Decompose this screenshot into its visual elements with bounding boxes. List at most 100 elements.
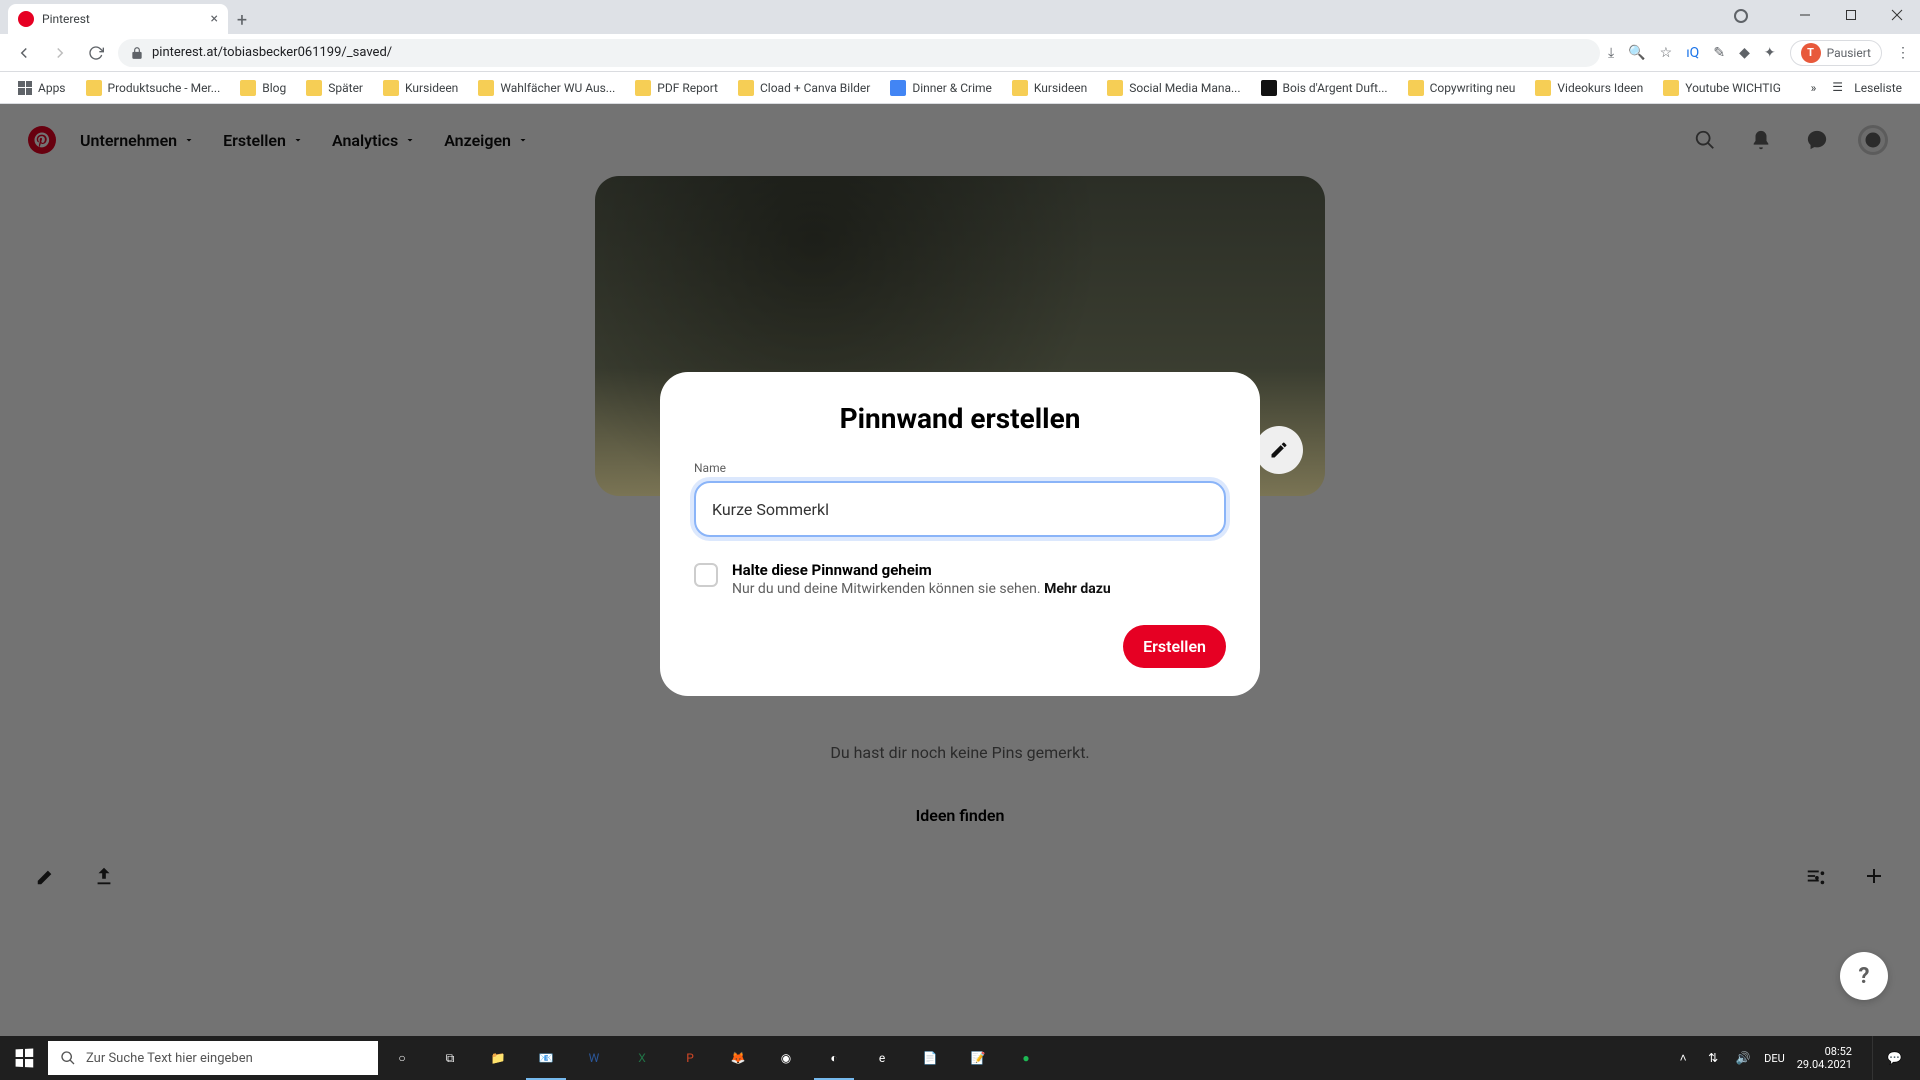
bookmark-label: Wahlfächer WU Aus...: [500, 81, 615, 95]
url-text: pinterest.at/tobiasbecker061199/_saved/: [152, 45, 392, 60]
close-window-button[interactable]: [1874, 0, 1920, 30]
page-icon: [890, 80, 906, 96]
tray-chevron-icon[interactable]: ˄: [1674, 1051, 1692, 1065]
extensions-menu-icon[interactable]: ✦: [1764, 45, 1776, 61]
bookmark-item[interactable]: Später: [298, 76, 371, 100]
star-icon[interactable]: ☆: [1660, 45, 1673, 61]
date-text: 29.04.2021: [1797, 1058, 1852, 1071]
bookmark-label: Social Media Mana...: [1129, 81, 1240, 95]
cortana-icon[interactable]: ○: [378, 1036, 426, 1080]
folder-icon: [306, 80, 322, 96]
help-button[interactable]: ?: [1840, 952, 1888, 1000]
word-icon[interactable]: W: [570, 1036, 618, 1080]
tab-close-icon[interactable]: ×: [211, 11, 218, 27]
bookmark-item[interactable]: Kursideen: [1004, 76, 1095, 100]
bookmark-label: Cload + Canva Bilder: [760, 81, 870, 95]
secret-checkbox[interactable]: [694, 563, 718, 587]
zoom-icon[interactable]: 🔍: [1628, 45, 1645, 61]
bookmark-item[interactable]: Youtube WICHTIG: [1655, 76, 1789, 100]
learn-more-link[interactable]: Mehr dazu: [1044, 581, 1111, 597]
modal-title: Pinnwand erstellen: [694, 402, 1226, 435]
edit-cover-button[interactable]: [1255, 426, 1303, 474]
action-center-icon[interactable]: 💬: [1872, 1036, 1916, 1080]
time-text: 08:52: [1797, 1045, 1852, 1058]
bookmark-item[interactable]: Bois d'Argent Duft...: [1253, 76, 1396, 100]
profile-left-actions: [28, 858, 122, 894]
start-button[interactable]: [0, 1036, 48, 1080]
search-placeholder: Zur Suche Text hier eingeben: [86, 1051, 253, 1066]
bookmark-label: Kursideen: [405, 81, 458, 95]
folder-icon: [1012, 80, 1028, 96]
reload-button[interactable]: [82, 39, 110, 67]
notepad-icon[interactable]: 📄: [906, 1036, 954, 1080]
bookmark-item[interactable]: Cload + Canva Bilder: [730, 76, 878, 100]
bookmark-item[interactable]: Social Media Mana...: [1099, 76, 1248, 100]
bookmark-item[interactable]: Produktsuche - Mer...: [78, 76, 229, 100]
language-indicator[interactable]: DEU: [1764, 1052, 1785, 1065]
bookmark-item[interactable]: Wahlfächer WU Aus...: [470, 76, 623, 100]
kebab-menu-icon[interactable]: ⋮: [1896, 45, 1910, 61]
windows-taskbar: Zur Suche Text hier eingeben ○ ⧉ 📁 📧 W X…: [0, 1036, 1920, 1080]
bookmark-item[interactable]: Blog: [232, 76, 294, 100]
clock[interactable]: 08:52 29.04.2021: [1797, 1045, 1860, 1071]
profile-right-actions: [1798, 858, 1892, 894]
obs-icon[interactable]: ◉: [762, 1036, 810, 1080]
spotify-icon[interactable]: ●: [1002, 1036, 1050, 1080]
list-icon: ☰: [1832, 80, 1848, 96]
bookmark-item[interactable]: Kursideen: [375, 76, 466, 100]
pause-label: Pausiert: [1827, 46, 1871, 60]
bookmark-item[interactable]: Dinner & Crime: [882, 76, 1000, 100]
excel-icon[interactable]: X: [618, 1036, 666, 1080]
mail-icon[interactable]: 📧: [522, 1036, 570, 1080]
volume-icon[interactable]: 🔊: [1734, 1051, 1752, 1065]
back-button[interactable]: [10, 39, 38, 67]
bookmark-item[interactable]: Apps: [10, 77, 74, 99]
share-icon[interactable]: [86, 858, 122, 894]
filter-icon[interactable]: [1798, 858, 1834, 894]
pinterest-favicon: [18, 11, 34, 27]
profile-chip[interactable]: T Pausiert: [1790, 40, 1882, 66]
bookmark-label: Kursideen: [1034, 81, 1087, 95]
bookmark-item[interactable]: PDF Report: [627, 76, 726, 100]
bookmark-label: Dinner & Crime: [912, 81, 992, 95]
taskbar-apps: ○ ⧉ 📁 📧 W X P 🦊 ◉ ◐ e 📄 📝 ●: [378, 1036, 1050, 1080]
install-icon[interactable]: ⤓: [1608, 45, 1614, 61]
bookmark-label: Apps: [38, 81, 66, 95]
account-switcher-icon[interactable]: [1734, 9, 1748, 23]
powerpoint-icon[interactable]: P: [666, 1036, 714, 1080]
notepad2-icon[interactable]: 📝: [954, 1036, 1002, 1080]
bookmarks-overflow-icon[interactable]: »: [1811, 81, 1817, 95]
forward-button[interactable]: [46, 39, 74, 67]
create-button[interactable]: Erstellen: [1123, 625, 1226, 668]
reading-list[interactable]: ☰ Leseliste: [1824, 76, 1910, 100]
new-tab-button[interactable]: +: [228, 6, 256, 34]
task-view-icon[interactable]: ⧉: [426, 1036, 474, 1080]
bookmark-item[interactable]: Copywriting neu: [1400, 76, 1524, 100]
file-explorer-icon[interactable]: 📁: [474, 1036, 522, 1080]
grid-icon: [18, 81, 32, 95]
browser-titlebar: Pinterest × +: [0, 0, 1920, 34]
reading-list-label: Leseliste: [1854, 81, 1902, 95]
window-controls: [1782, 0, 1920, 30]
name-label: Name: [694, 461, 1226, 475]
browser-tab[interactable]: Pinterest ×: [8, 4, 228, 34]
extension-icon-2[interactable]: ◆: [1739, 45, 1750, 61]
bookmark-label: Videokurs Ideen: [1557, 81, 1643, 95]
board-name-input[interactable]: [694, 481, 1226, 537]
firefox-icon[interactable]: 🦊: [714, 1036, 762, 1080]
search-icon: [60, 1050, 76, 1066]
maximize-button[interactable]: [1828, 0, 1874, 30]
url-bar[interactable]: pinterest.at/tobiasbecker061199/_saved/: [118, 39, 1600, 67]
edit-icon[interactable]: [28, 858, 64, 894]
edge-icon[interactable]: e: [858, 1036, 906, 1080]
taskbar-search[interactable]: Zur Suche Text hier eingeben: [48, 1041, 378, 1075]
minimize-button[interactable]: [1782, 0, 1828, 30]
folder-icon: [1663, 80, 1679, 96]
chrome-icon[interactable]: ◐: [810, 1036, 858, 1080]
extension-icon[interactable]: ✎: [1713, 45, 1725, 61]
add-icon[interactable]: [1856, 858, 1892, 894]
network-icon[interactable]: ⇅: [1704, 1051, 1722, 1065]
extension-pin-icon[interactable]: ıQ: [1686, 45, 1699, 61]
bookmark-item[interactable]: Videokurs Ideen: [1527, 76, 1651, 100]
folder-icon: [1408, 80, 1424, 96]
